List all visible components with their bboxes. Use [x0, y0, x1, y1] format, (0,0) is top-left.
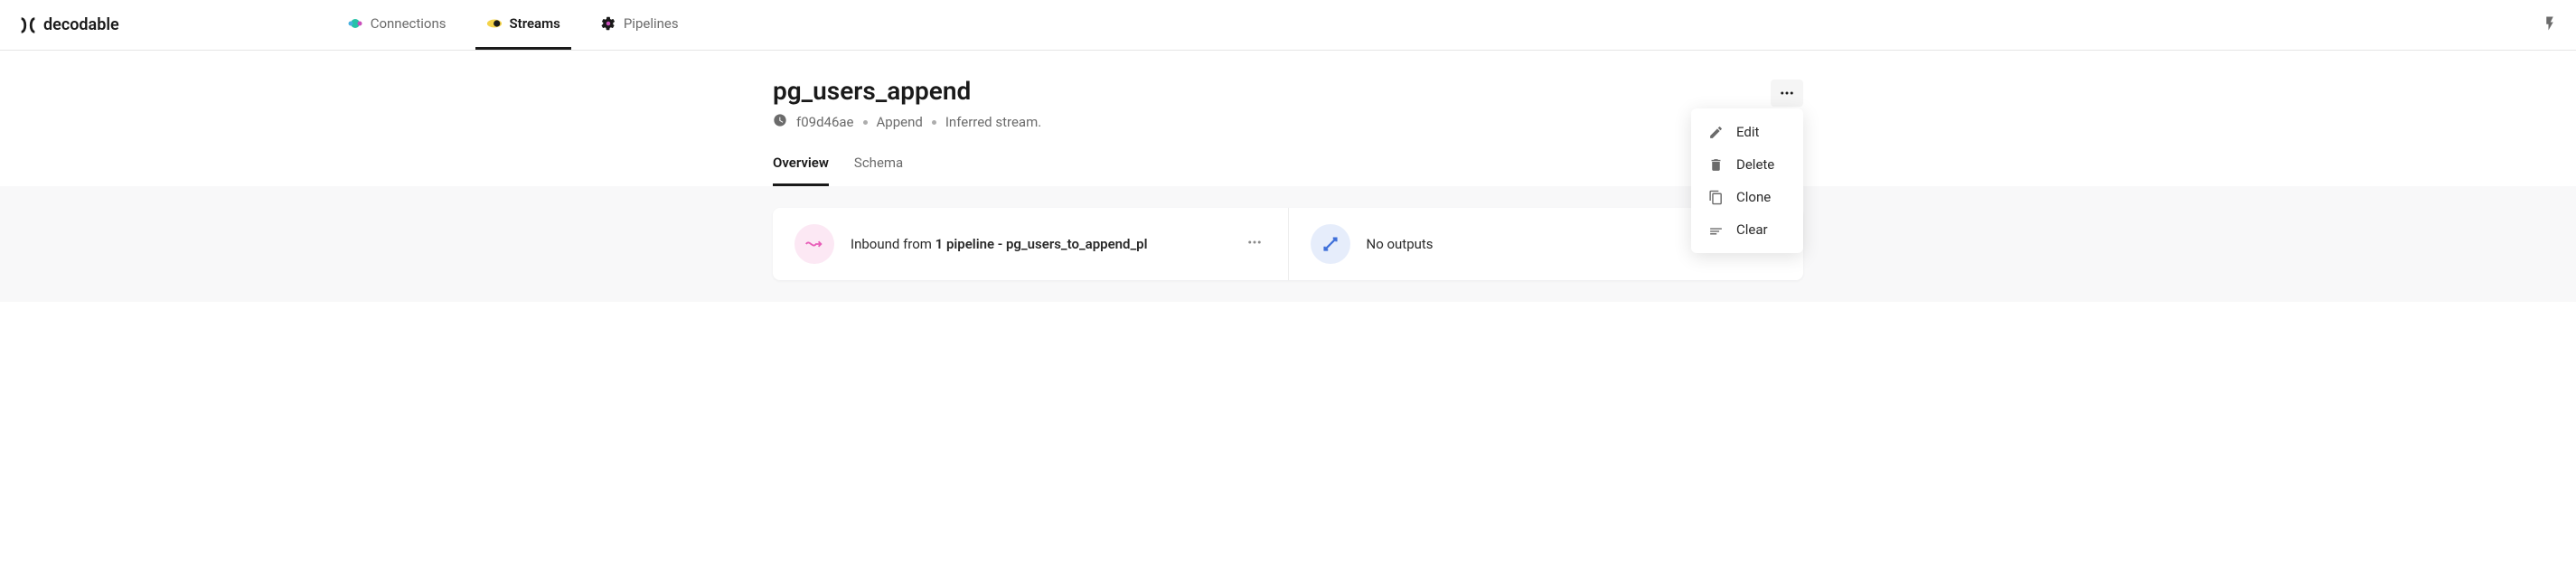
clear-icon: [1707, 222, 1724, 238]
menu-item-label: Clear: [1736, 221, 1768, 238]
content-area: Inbound from 1 pipeline - pg_users_to_ap…: [0, 186, 2576, 302]
more-actions-button[interactable]: [1771, 80, 1803, 107]
page-header: pg_users_append f09d46ae Append Inferred…: [773, 51, 1803, 186]
menu-item-clone[interactable]: Clone: [1691, 181, 1803, 213]
stream-panels: Inbound from 1 pipeline - pg_users_to_ap…: [773, 208, 1803, 280]
stream-id: f09d46ae: [796, 114, 854, 130]
sub-tab-label: Overview: [773, 155, 829, 171]
menu-item-label: Delete: [1736, 156, 1774, 173]
menu-item-clear[interactable]: Clear: [1691, 213, 1803, 246]
sub-tabs: Overview Schema: [773, 155, 1803, 186]
menu-item-label: Clone: [1736, 189, 1771, 205]
streams-icon: [486, 15, 503, 32]
nav-tab-label: Connections: [371, 15, 447, 32]
sub-tab-label: Schema: [854, 155, 903, 171]
page-title: pg_users_append: [773, 76, 1041, 106]
menu-item-edit[interactable]: Edit: [1691, 116, 1803, 148]
sub-tab-overview[interactable]: Overview: [773, 155, 829, 186]
clone-icon: [1707, 190, 1724, 205]
nav-tab-label: Streams: [510, 15, 560, 32]
nav-tab-pipelines[interactable]: Pipelines: [589, 0, 690, 50]
delete-icon: [1707, 157, 1724, 173]
brand-name: decodable: [43, 15, 119, 34]
nav-tab-streams[interactable]: Streams: [475, 0, 571, 50]
inbound-more-button[interactable]: [1243, 230, 1266, 258]
logo-mark-icon: [18, 15, 38, 35]
meta-separator: [863, 120, 868, 125]
inbound-panel: Inbound from 1 pipeline - pg_users_to_ap…: [773, 208, 1289, 280]
brand-logo[interactable]: decodable: [18, 15, 119, 35]
main-nav-tabs: Connections Streams Pipelines: [336, 0, 690, 50]
stream-description: Inferred stream.: [945, 114, 1041, 130]
lightning-icon[interactable]: [2542, 14, 2558, 37]
inbound-icon: [794, 224, 834, 264]
connections-icon: [347, 15, 363, 32]
nav-tab-connections[interactable]: Connections: [336, 0, 457, 50]
page-meta: f09d46ae Append Inferred stream.: [773, 113, 1041, 131]
pipelines-icon: [600, 15, 616, 32]
nav-tab-label: Pipelines: [624, 15, 679, 32]
sub-tab-schema[interactable]: Schema: [854, 155, 903, 186]
inbound-text: Inbound from 1 pipeline - pg_users_to_ap…: [851, 236, 1227, 252]
meta-separator: [932, 120, 936, 125]
menu-item-label: Edit: [1736, 124, 1759, 140]
stream-type: Append: [877, 114, 923, 130]
clock-icon: [773, 113, 787, 131]
inbound-pipeline-name: 1 pipeline - pg_users_to_append_pl: [935, 236, 1148, 252]
menu-item-delete[interactable]: Delete: [1691, 148, 1803, 181]
outbound-icon: [1311, 224, 1350, 264]
edit-icon: [1707, 125, 1724, 140]
actions-dropdown: Edit Delete Clone: [1691, 108, 1803, 253]
inbound-prefix: Inbound from: [851, 236, 935, 252]
top-nav: decodable Connections Streams: [0, 0, 2576, 51]
